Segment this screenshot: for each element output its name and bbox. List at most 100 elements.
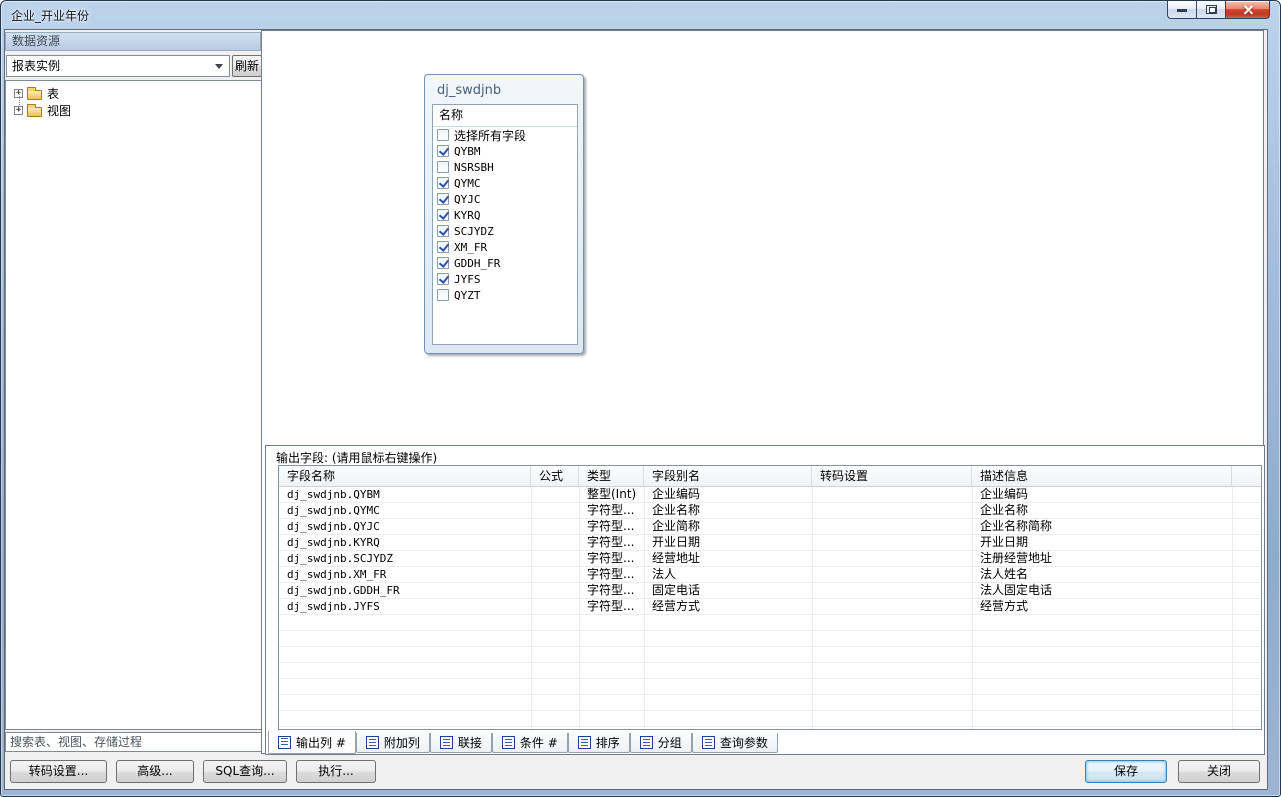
tree-item[interactable]: + 视图: [6, 102, 261, 119]
cell-type: 整型(Int): [579, 487, 644, 503]
cell-formula: [531, 487, 579, 503]
list-icon: [278, 736, 291, 749]
datasource-combobox[interactable]: 报表实例: [6, 55, 230, 77]
cell-field-name: dj_swdjnb.XM_FR: [279, 567, 531, 583]
cell-type: 字符型...: [579, 503, 644, 519]
field-checkbox-item[interactable]: GDDH_FR: [433, 255, 577, 271]
checkbox[interactable]: [437, 129, 449, 141]
output-fields-title: 输出字段: (请用鼠标右键操作): [276, 449, 437, 466]
bottom-tab-bar: 输出列 # 附加列 联接: [268, 731, 778, 754]
field-checkbox-item[interactable]: SCJYDZ: [433, 223, 577, 239]
cell-field-name: dj_swdjnb.QYMC: [279, 503, 531, 519]
checkbox[interactable]: [437, 273, 449, 285]
cell-field-name: dj_swdjnb.KYRQ: [279, 535, 531, 551]
tab[interactable]: 排序: [568, 733, 630, 753]
design-canvas: dj_swdjnb 名称 选择所有字段 QYBM: [261, 30, 1264, 754]
cell-type: 字符型...: [579, 551, 644, 567]
field-checkbox-item[interactable]: QYBM: [433, 143, 577, 159]
table-row[interactable]: dj_swdjnb.XM_FR 字符型... 法人 法人姓名: [279, 567, 1261, 583]
tab[interactable]: 分组: [630, 733, 692, 753]
cell-alias: 企业名称: [644, 503, 812, 519]
tab[interactable]: 输出列 #: [268, 731, 356, 754]
cell-description: 企业名称简称: [972, 519, 1232, 535]
table-row[interactable]: dj_swdjnb.QYMC 字符型... 企业名称 企业名称: [279, 503, 1261, 519]
checkbox[interactable]: [437, 225, 449, 237]
checkbox[interactable]: [437, 241, 449, 253]
field-checkbox-item[interactable]: JYFS: [433, 271, 577, 287]
maximize-button[interactable]: [1196, 1, 1225, 19]
checkbox[interactable]: [437, 145, 449, 157]
dialog-window: 企业_开业年份 数据资源 报表实例 刷新 + 表: [0, 0, 1281, 797]
cell-field-name: dj_swdjnb.GDDH_FR: [279, 583, 531, 599]
field-list-header: 名称: [433, 105, 577, 127]
cell-formula: [531, 535, 579, 551]
table-field-panel-title[interactable]: dj_swdjnb: [437, 83, 501, 98]
close-dialog-button[interactable]: 关闭: [1178, 760, 1260, 783]
column-header[interactable]: 描述信息: [972, 466, 1232, 486]
field-checkbox-item[interactable]: QYZT: [433, 287, 577, 303]
output-fields-table: 字段名称 公式 类型 字段别名 转码设置 描述信息: [278, 465, 1262, 730]
cell-formula: [531, 599, 579, 615]
tab[interactable]: 附加列: [356, 733, 430, 753]
table-row[interactable]: dj_swdjnb.QYBM 整型(Int) 企业编码 企业编码: [279, 487, 1261, 503]
field-label: NSRSBH: [454, 161, 494, 174]
table-row[interactable]: dj_swdjnb.GDDH_FR 字符型... 固定电话 法人固定电话: [279, 583, 1261, 599]
footer-button[interactable]: SQL查询...: [203, 760, 287, 783]
field-checkbox-item[interactable]: NSRSBH: [433, 159, 577, 175]
table-row[interactable]: dj_swdjnb.JYFS 字符型... 经营方式 经营方式: [279, 599, 1261, 615]
field-label: QYBM: [454, 145, 481, 158]
field-checkbox-item[interactable]: KYRQ: [433, 207, 577, 223]
cell-transcode: [812, 599, 972, 615]
cell-transcode: [812, 567, 972, 583]
cell-transcode: [812, 503, 972, 519]
table-row[interactable]: dj_swdjnb.SCJYDZ 字符型... 经营地址 注册经营地址: [279, 551, 1261, 567]
checkbox[interactable]: [437, 257, 449, 269]
column-header[interactable]: 转码设置: [812, 466, 972, 486]
refresh-button[interactable]: 刷新: [232, 55, 262, 77]
field-label: XM_FR: [454, 241, 487, 254]
dialog-client-area: 数据资源 报表实例 刷新 + 表 + 视图: [4, 29, 1268, 790]
cell-alias: 经营地址: [644, 551, 812, 567]
column-header[interactable]: 类型: [579, 466, 644, 486]
tab-label: 输出列 #: [296, 734, 346, 751]
column-header[interactable]: 字段别名: [644, 466, 812, 486]
field-checkbox-item[interactable]: 选择所有字段: [433, 127, 577, 143]
table-row[interactable]: dj_swdjnb.QYJC 字符型... 企业简称 企业名称简称: [279, 519, 1261, 535]
checkbox[interactable]: [437, 177, 449, 189]
list-icon: [640, 736, 653, 749]
checkbox[interactable]: [437, 161, 449, 173]
tab[interactable]: 查询参数: [692, 733, 778, 753]
field-checkbox-item[interactable]: QYMC: [433, 175, 577, 191]
table-row[interactable]: dj_swdjnb.KYRQ 字符型... 开业日期 开业日期: [279, 535, 1261, 551]
footer-button[interactable]: 执行...: [296, 760, 376, 783]
cell-transcode: [812, 535, 972, 551]
save-button[interactable]: 保存: [1085, 760, 1167, 783]
column-header[interactable]: 公式: [531, 466, 579, 486]
checkbox[interactable]: [437, 209, 449, 221]
cell-formula: [531, 503, 579, 519]
tab[interactable]: 条件 #: [492, 733, 568, 753]
field-checkbox-item[interactable]: XM_FR: [433, 239, 577, 255]
tab[interactable]: 联接: [430, 733, 492, 753]
title-bar[interactable]: 企业_开业年份: [1, 1, 1280, 29]
footer-button[interactable]: 高级...: [116, 760, 194, 783]
cell-type: 字符型...: [579, 519, 644, 535]
list-icon: [502, 736, 515, 749]
cell-type: 字符型...: [579, 583, 644, 599]
footer-button[interactable]: 转码设置...: [10, 760, 107, 783]
close-button[interactable]: [1225, 1, 1270, 19]
column-header[interactable]: 字段名称: [279, 466, 531, 486]
list-icon: [578, 736, 591, 749]
cell-description: 法人固定电话: [972, 583, 1232, 599]
checkbox[interactable]: [437, 193, 449, 205]
checkbox[interactable]: [437, 289, 449, 301]
list-icon: [366, 736, 379, 749]
cell-description: 注册经营地址: [972, 551, 1232, 567]
tree-item[interactable]: + 表: [6, 85, 261, 102]
table-field-panel: dj_swdjnb 名称 选择所有字段 QYBM: [424, 74, 584, 354]
search-input[interactable]: [5, 732, 262, 752]
output-fields-panel: 输出字段: (请用鼠标右键操作) 字段名称 公式 类型 字段别名 转码设置: [265, 445, 1265, 755]
field-checkbox-item[interactable]: QYJC: [433, 191, 577, 207]
cell-description: 企业编码: [972, 487, 1232, 503]
minimize-button[interactable]: [1167, 1, 1196, 19]
